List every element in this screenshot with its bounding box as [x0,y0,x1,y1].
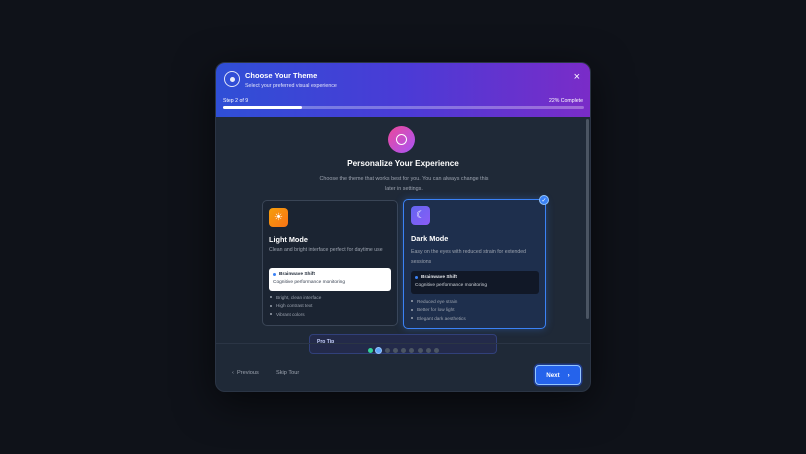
dark-preview-title: Brainwave Shift [421,275,457,280]
divider [216,343,590,344]
modal-title: Choose Your Theme [245,71,318,80]
feature-item: Reduced eye strain [411,297,466,306]
previous-button[interactable]: ‹ Previous [232,370,259,376]
hero-title: Personalize Your Experience [347,159,459,168]
step-dots [368,348,440,353]
step-dot[interactable] [426,348,432,353]
chevron-right-icon: › [567,371,570,379]
feature-item: Vibrant colors [270,310,321,319]
skip-tour-button[interactable]: Skip Tour [276,370,299,376]
light-mode-description: Clean and bright interface perfect for d… [269,247,383,253]
feature-item: Elegant dark aesthetics [411,314,466,323]
step-dot[interactable] [368,348,373,353]
step-dot[interactable] [417,348,423,353]
close-icon[interactable]: × [574,72,580,83]
feature-item: Bright, clean interface [270,293,321,302]
dark-preview-subtitle: Cognitive performance monitoring [415,283,487,288]
modal-header: Choose Your Theme Select your preferred … [216,63,590,117]
palette-hero-icon [388,126,415,153]
dark-preview: Brainwave Shift Cognitive performance mo… [411,271,539,294]
dark-mode-description: Easy on the eyes with reduced strain for… [411,249,527,265]
previous-label: Previous [236,370,259,376]
pro-tip-label: Pro Tip [317,339,335,345]
step-dot[interactable] [434,348,440,353]
step-label: Step 2 of 9 [223,98,249,104]
onboarding-modal: Choose Your Theme Select your preferred … [215,62,591,392]
step-dot[interactable] [409,348,415,353]
light-mode-title: Light Mode [269,235,308,244]
light-preview-title: Brainwave Shift [279,272,315,277]
progress-bar [223,106,584,109]
percent-complete: 22% Complete [548,98,583,104]
moon-icon: ☾ [411,206,430,225]
step-dot[interactable] [376,348,382,353]
light-features: Bright, clean interface High contrast te… [270,293,321,319]
feature-item: High contrast text [270,302,321,311]
modal-subtitle: Select your preferred visual experience [245,83,337,89]
light-mode-option[interactable]: ☀ Light Mode Clean and bright interface … [262,200,398,326]
step-dot[interactable] [401,348,407,353]
dark-mode-title: Dark Mode [411,234,449,243]
dark-mode-option[interactable]: ☾ Dark Mode Easy on the eyes with reduce… [403,199,546,329]
step-dot[interactable] [392,348,398,353]
sun-icon: ☀ [269,208,288,227]
content-scrollbar[interactable] [586,119,589,319]
dark-features: Reduced eye strain Better for low light … [411,297,466,323]
hero-description: Choose the theme that works best for you… [319,176,489,192]
light-preview: Brainwave Shift Cognitive performance mo… [269,268,391,291]
next-label: Next [546,371,560,379]
feature-item: Better for low light [411,306,466,315]
palette-icon [224,71,240,87]
light-preview-subtitle: Cognitive performance monitoring [273,280,345,285]
selected-check-icon: ✓ [539,195,549,205]
step-dot[interactable] [384,348,390,353]
progress-fill [223,106,303,109]
next-button[interactable]: Next › [535,365,581,385]
